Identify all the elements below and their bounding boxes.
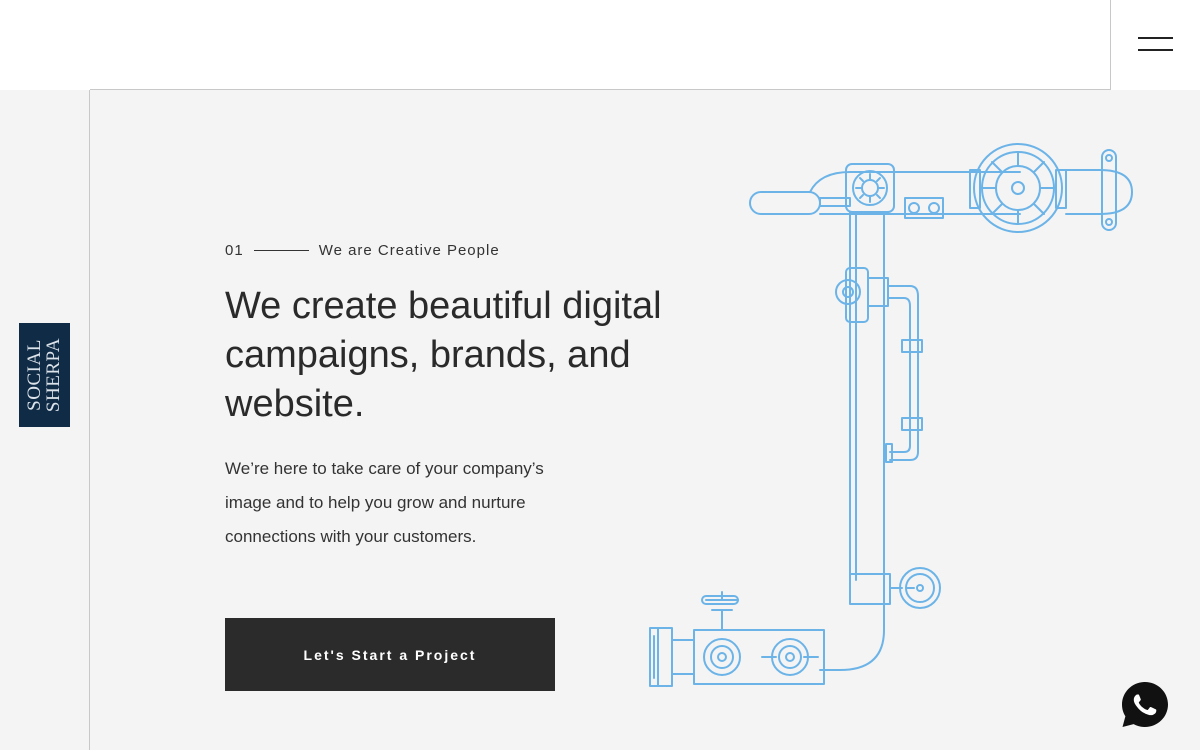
hero-eyebrow: 01 We are Creative People [225, 242, 500, 259]
eyebrow-text: We are Creative People [318, 242, 500, 259]
brand-logo[interactable]: SOCIAL SHERPA [19, 323, 70, 427]
whatsapp-icon[interactable] [1120, 680, 1170, 730]
logo-text: SOCIAL SHERPA [24, 337, 65, 413]
top-bar [0, 0, 1200, 90]
menu-button[interactable] [1110, 0, 1200, 90]
hero-description: We’re here to take care of your company’… [225, 459, 544, 546]
start-project-button[interactable]: Let's Start a Project [225, 618, 555, 691]
logo-line-2: SHERPA [43, 337, 65, 413]
pipeline-illustration-icon [649, 143, 1133, 687]
logo-line-1: SOCIAL [24, 339, 46, 411]
hamburger-icon [1138, 37, 1173, 39]
left-rail-top [0, 0, 90, 90]
hamburger-icon-line [1138, 49, 1173, 51]
section-index: 01 [225, 242, 244, 259]
eyebrow-divider [253, 250, 309, 251]
